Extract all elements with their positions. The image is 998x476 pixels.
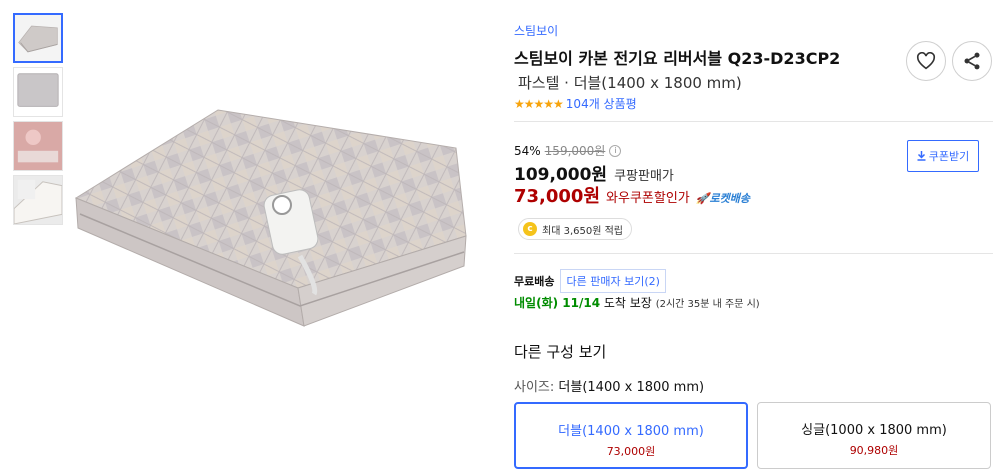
heart-icon	[916, 52, 936, 70]
thumbnail-list	[13, 13, 63, 229]
brand-link[interactable]: 스팀보이	[514, 22, 558, 39]
product-title: 스팀보이 카본 전기요 리버서블 Q23-D23CP2	[514, 49, 841, 68]
rating[interactable]: ★★★★★ 104개 상품평	[514, 95, 637, 112]
fabric-thumb-image	[14, 68, 62, 116]
other-seller-button[interactable]: 다른 판매자 보기(2)	[560, 269, 666, 293]
divider	[514, 253, 993, 254]
share-icon	[964, 52, 980, 70]
free-shipping-label: 무료배송	[514, 275, 555, 288]
divider	[514, 121, 993, 122]
options-title: 다른 구성 보기	[514, 343, 607, 361]
wishlist-button[interactable]	[906, 41, 946, 81]
option-double[interactable]: 더블(1400 x 1800 mm) 73,000원	[514, 402, 748, 469]
option-price: 90,980원	[849, 444, 899, 457]
discount-row: 54% 159,000원 i	[514, 142, 622, 159]
closeup-thumb-image	[14, 176, 62, 224]
share-button[interactable]	[952, 41, 992, 81]
arrival-date: 내일(화) 11/14	[514, 296, 601, 310]
coupon-download-label: 쿠폰받기	[928, 150, 970, 163]
option-single[interactable]: 싱글(1000 x 1800 mm) 90,980원	[757, 402, 991, 469]
points-text: 최대 3,650원 적립	[542, 225, 623, 237]
order-deadline-note: (2시간 35분 내 주문 시)	[655, 299, 760, 310]
rocket-delivery-badge: 🚀로켓배송	[695, 192, 750, 205]
size-label: 사이즈:	[514, 380, 555, 395]
coupon-price: 73,000원	[514, 186, 601, 207]
star-rating-icon: ★★★★★	[514, 96, 564, 111]
points-badge: c 최대 3,650원 적립	[518, 218, 632, 240]
coupon-download-button[interactable]: 쿠폰받기	[907, 140, 979, 172]
coin-icon: c	[523, 222, 537, 236]
info-icon[interactable]: i	[609, 144, 622, 157]
size-value: 더블(1400 x 1800 mm)	[558, 380, 705, 395]
option-name: 싱글(1000 x 1800 mm)	[801, 423, 947, 438]
original-price: 159,000원	[544, 144, 606, 158]
product-main-image	[74, 109, 467, 327]
coupon-price-row: 73,000원 와우쿠폰할인가 🚀로켓배송	[514, 182, 750, 208]
thumb-blanket-folded[interactable]	[13, 13, 63, 63]
review-count-link[interactable]: 104개 상품평	[566, 95, 637, 112]
coupon-price-label: 와우쿠폰할인가	[606, 191, 690, 206]
arrival-guarantee: 도착 보장	[600, 296, 652, 310]
product-subtitle: 파스텔 · 더블(1400 x 1800 mm)	[518, 74, 742, 92]
product-info-panel: 스팀보이 스팀보이 카본 전기요 리버서블 Q23-D23CP2 파스텔 · 더…	[514, 0, 998, 476]
discount-rate: 54%	[514, 143, 541, 158]
shipping-row: 무료배송 다른 판매자 보기(2)	[514, 269, 666, 293]
download-icon	[917, 151, 926, 161]
thumb-bedroom-scene[interactable]	[13, 121, 63, 171]
blanket-thumb-image	[15, 15, 61, 61]
bedroom-thumb-image	[14, 122, 62, 170]
thumb-blanket-closeup[interactable]	[13, 175, 63, 225]
thumb-fabric-pattern[interactable]	[13, 67, 63, 117]
delivery-info: 내일(화) 11/14 도착 보장 (2시간 35분 내 주문 시)	[514, 294, 760, 311]
option-price: 73,000원	[606, 445, 656, 458]
option-name: 더블(1400 x 1800 mm)	[558, 424, 704, 439]
size-selection-label: 사이즈: 더블(1400 x 1800 mm)	[514, 376, 704, 395]
